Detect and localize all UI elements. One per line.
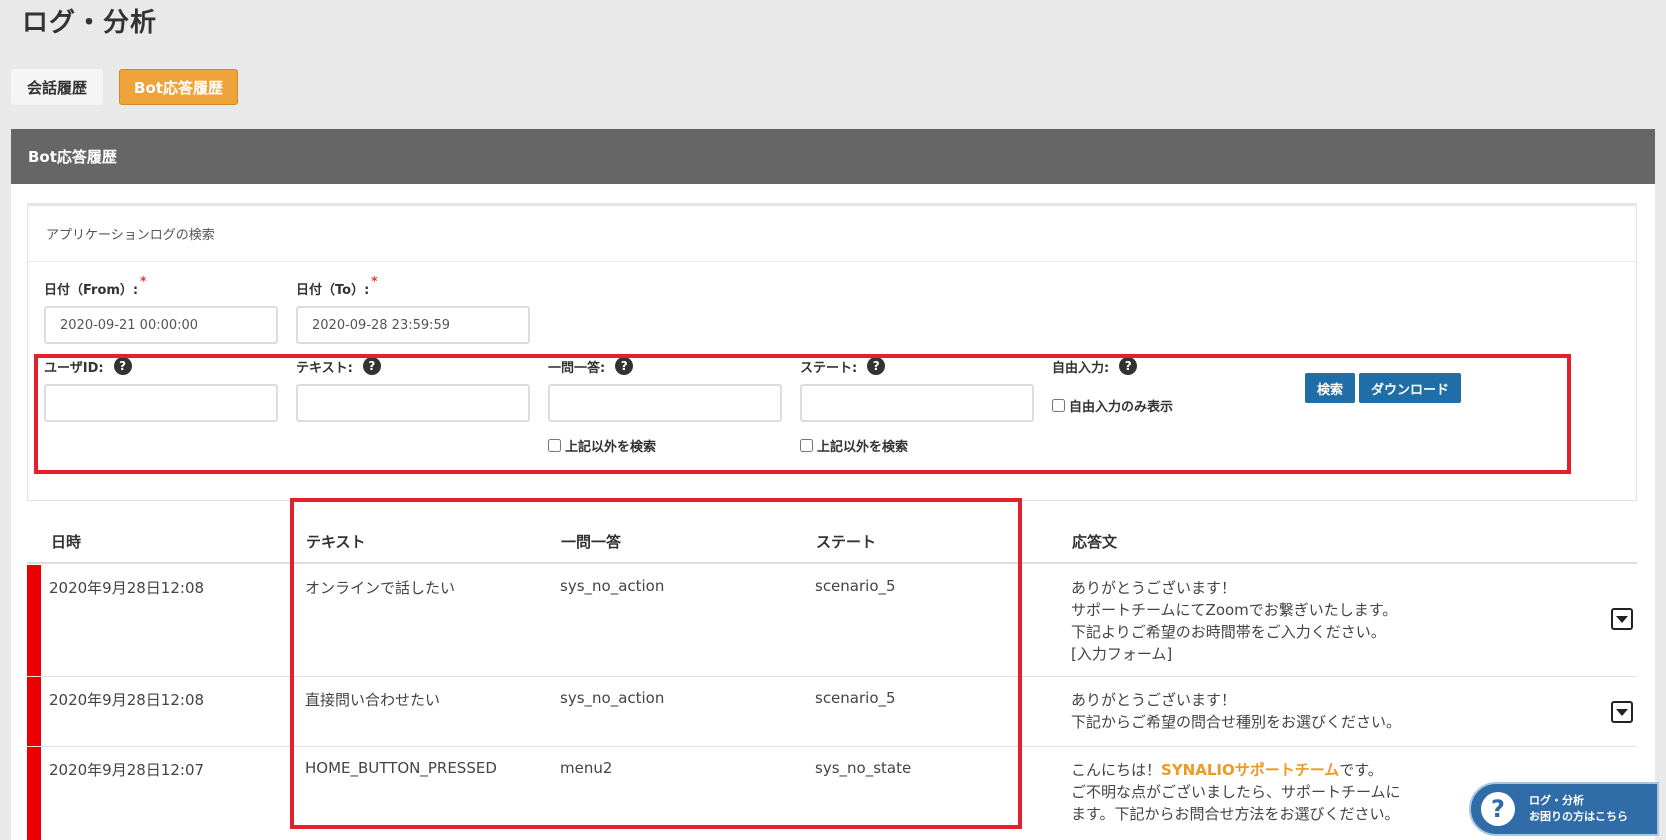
column-text: テキスト bbox=[306, 533, 366, 551]
required-mark: * bbox=[140, 274, 147, 288]
page-title: ログ・分析 bbox=[22, 8, 158, 38]
help-widget[interactable]: ? ログ・分析 お困りの方はこちら bbox=[1469, 782, 1659, 836]
row-response: こんにちは！SYNALIOサポートチームです。 ご不明な点がございましたら、サポ… bbox=[1071, 761, 1401, 823]
free-input-only-option[interactable]: 自由入力のみ表示 bbox=[1052, 396, 1173, 415]
row-qa: sys_no_action bbox=[560, 577, 665, 595]
row-datetime: 2020年9月28日12:07 bbox=[49, 761, 205, 779]
download-button[interactable]: ダウンロード bbox=[1359, 373, 1462, 403]
table-header: 日時 テキスト 一問一答 ステート 応答文 bbox=[27, 519, 1637, 564]
help-icon[interactable]: ? bbox=[1119, 357, 1138, 375]
state-input[interactable] bbox=[800, 384, 1034, 422]
help-widget-title: ログ・分析 bbox=[1529, 794, 1584, 807]
table-row: 2020年9月28日12:07 HOME_BUTTON_PRESSED menu… bbox=[27, 747, 1637, 840]
help-widget-subtitle: お困りの方はこちら bbox=[1529, 810, 1628, 823]
free-input-only-label: 自由入力のみ表示 bbox=[1069, 400, 1174, 415]
user-id-input[interactable] bbox=[44, 384, 278, 422]
text-input[interactable] bbox=[296, 384, 530, 422]
user-id-label: ユーザID: bbox=[44, 360, 104, 376]
date-from-input[interactable] bbox=[44, 306, 278, 344]
qa-input[interactable] bbox=[548, 384, 782, 422]
row-qa: sys_no_action bbox=[560, 689, 665, 707]
search-actions: 検索 ダウンロード bbox=[1305, 373, 1462, 403]
qa-exclude-label: 上記以外を検索 bbox=[565, 440, 657, 455]
text-label: テキスト: bbox=[296, 360, 353, 376]
date-from-label: 日付（From）: bbox=[44, 282, 139, 298]
tab-bar: 会話履歴 Bot応答履歴 bbox=[11, 69, 238, 105]
row-text: オンラインで話したい bbox=[305, 579, 456, 597]
brand-name: SYNALIOサポートチーム bbox=[1161, 761, 1340, 779]
row-datetime: 2020年9月28日12:08 bbox=[49, 691, 205, 709]
state-exclude-checkbox[interactable] bbox=[800, 439, 813, 452]
state-exclude-label: 上記以外を検索 bbox=[817, 440, 909, 455]
date-to-label: 日付（To）: bbox=[296, 282, 370, 298]
free-input-label: 自由入力: bbox=[1052, 360, 1110, 376]
state-label: ステート: bbox=[800, 360, 858, 376]
qa-exclude-option[interactable]: 上記以外を検索 bbox=[548, 436, 782, 455]
tab-conversation-history[interactable]: 会話履歴 bbox=[11, 69, 103, 105]
qa-field: 一問一答: ? 上記以外を検索 bbox=[548, 356, 782, 455]
question-icon: ? bbox=[1481, 792, 1515, 826]
table-row: 2020年9月28日12:08 オンラインで話したい sys_no_action… bbox=[27, 565, 1637, 677]
help-icon[interactable]: ? bbox=[615, 357, 634, 375]
tab-bot-response-history[interactable]: Bot応答履歴 bbox=[119, 69, 238, 105]
free-input-field: 自由入力: ? 自由入力のみ表示 bbox=[1052, 356, 1173, 415]
state-exclude-option[interactable]: 上記以外を検索 bbox=[800, 436, 1034, 455]
date-to-field: 日付（To）: * bbox=[296, 274, 530, 344]
date-from-field: 日付（From）: * bbox=[44, 274, 278, 344]
row-marker bbox=[27, 677, 41, 746]
column-datetime: 日時 bbox=[51, 533, 82, 551]
help-icon[interactable]: ? bbox=[362, 357, 381, 375]
date-to-input[interactable] bbox=[296, 306, 530, 344]
user-id-field: ユーザID: ? bbox=[44, 356, 278, 422]
text-field: テキスト: ? bbox=[296, 356, 530, 422]
expand-icon[interactable] bbox=[1611, 608, 1633, 630]
qa-exclude-checkbox[interactable] bbox=[548, 439, 561, 452]
row-marker bbox=[27, 747, 41, 840]
column-qa: 一問一答 bbox=[561, 533, 622, 551]
column-response: 応答文 bbox=[1072, 533, 1118, 551]
row-state: scenario_5 bbox=[815, 577, 896, 595]
help-icon[interactable]: ? bbox=[113, 357, 132, 375]
search-box: アプリケーションログの検索 日付（From）: * 日付（To）: * ユーザI… bbox=[27, 203, 1637, 501]
row-response: ありがとうございます！ 下記からご希望の問合せ種別をお選びください。 bbox=[1071, 691, 1402, 731]
row-text: HOME_BUTTON_PRESSED bbox=[305, 759, 497, 777]
row-datetime: 2020年9月28日12:08 bbox=[49, 579, 205, 597]
column-state: ステート bbox=[816, 533, 877, 551]
panel-header: Bot応答履歴 bbox=[11, 129, 1655, 184]
row-text: 直接問い合わせたい bbox=[305, 691, 441, 709]
row-marker bbox=[27, 565, 41, 676]
expand-icon[interactable] bbox=[1611, 701, 1633, 723]
qa-label: 一問一答: bbox=[548, 360, 606, 376]
row-qa: menu2 bbox=[560, 759, 613, 777]
search-title: アプリケーションログの検索 bbox=[28, 206, 1636, 262]
bot-response-panel: Bot応答履歴 アプリケーションログの検索 日付（From）: * 日付（To）… bbox=[11, 129, 1655, 840]
state-field: ステート: ? 上記以外を検索 bbox=[800, 356, 1034, 455]
help-icon[interactable]: ? bbox=[867, 357, 886, 375]
row-response: ありがとうございます！ サポートチームにてZoomでお繋ぎいたします。 下記より… bbox=[1071, 579, 1398, 663]
free-input-only-checkbox[interactable] bbox=[1052, 399, 1065, 412]
row-state: sys_no_state bbox=[815, 759, 912, 777]
row-state: scenario_5 bbox=[815, 689, 896, 707]
table-row: 2020年9月28日12:08 直接問い合わせたい sys_no_action … bbox=[27, 677, 1637, 747]
search-button[interactable]: 検索 bbox=[1305, 373, 1356, 403]
required-mark: * bbox=[371, 274, 378, 288]
